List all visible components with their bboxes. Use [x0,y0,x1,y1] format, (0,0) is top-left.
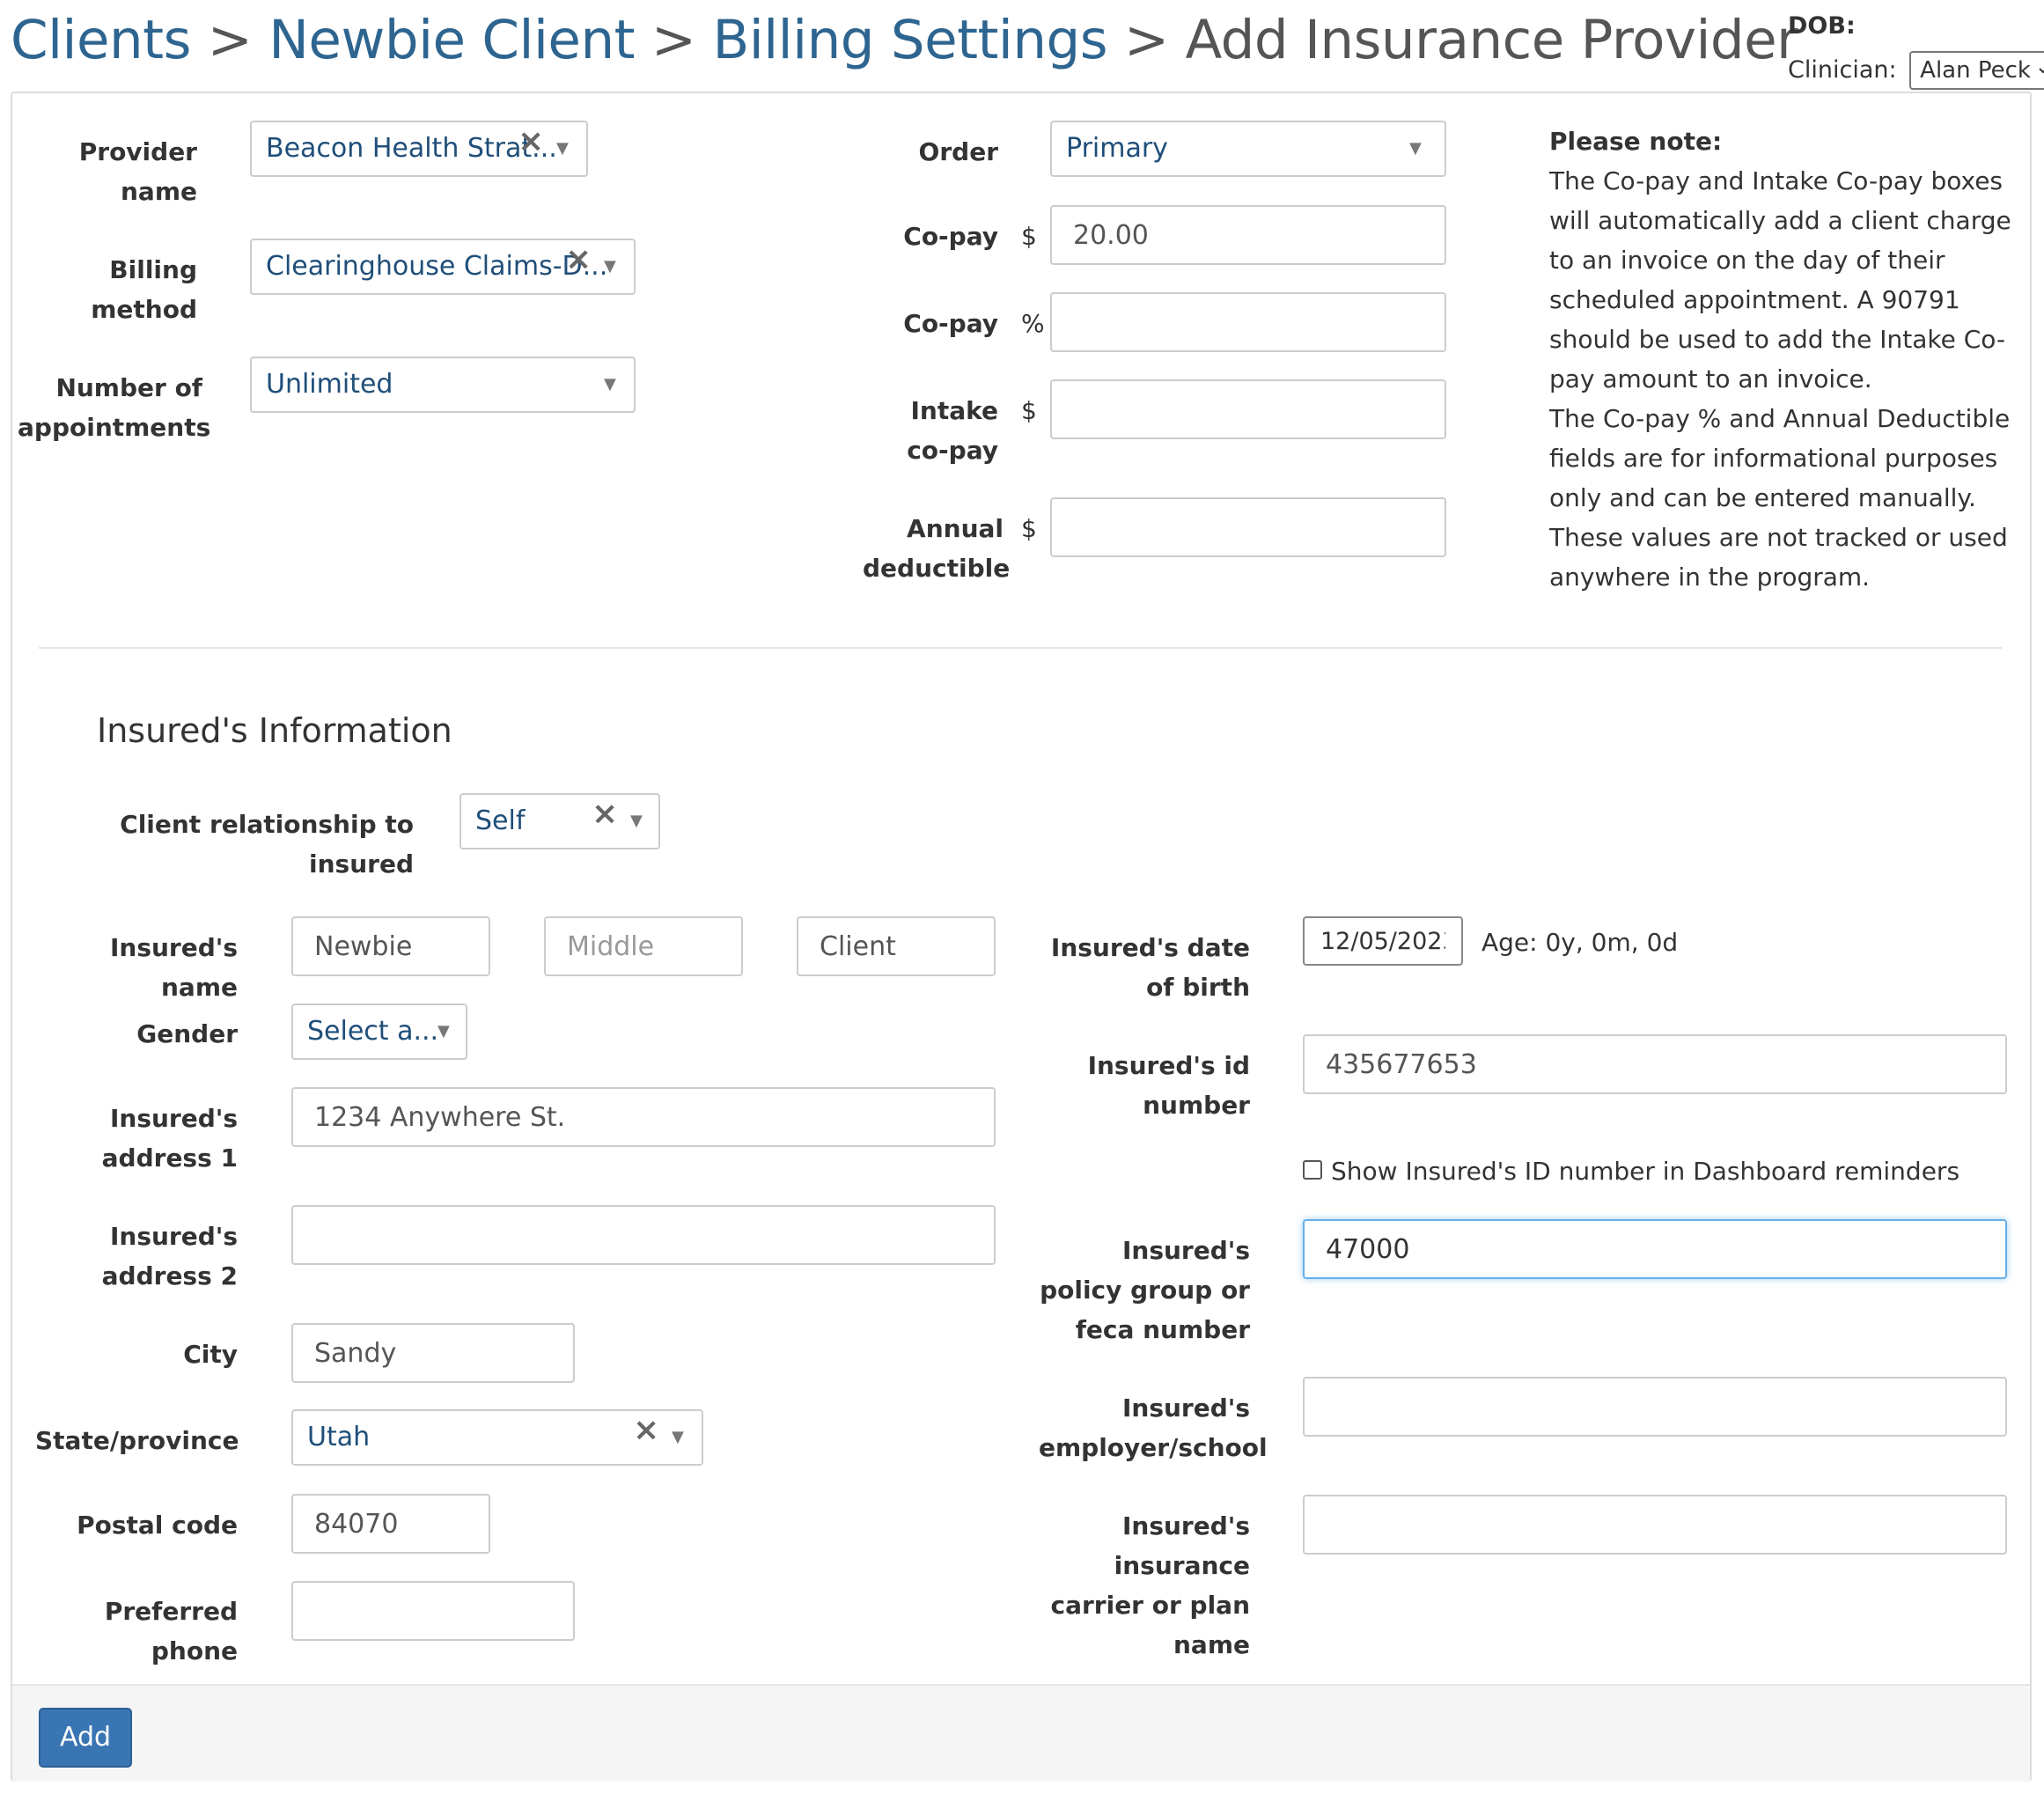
page-title: Add Insurance Provider [1185,9,1798,71]
provider-name-label: Provider name [78,137,197,206]
insured-name-label: Insured's name [109,933,238,1002]
gender-value: Select a... [307,1016,439,1047]
employer-input[interactable] [1303,1377,2007,1437]
breadcrumb-separator: > [207,9,253,71]
note-paragraph: The Co-pay and Intake Co-pay boxes will … [1549,166,2011,393]
state-label: State/province [35,1426,239,1455]
dollar-symbol: $ [1021,396,1037,425]
intake-copay-label: Intake co-pay [907,396,998,465]
clinician-picker: Clinician: Alan Peck [1788,51,2044,90]
breadcrumb-billing-settings-link[interactable]: Billing Settings [712,9,1107,71]
insured-id-label: Insured's id number [1087,1051,1250,1120]
employer-label: Insured's employer/school [1039,1393,1268,1462]
intake-copay-input[interactable] [1050,379,1446,439]
policy-group-label: Insured's policy group or feca number [1040,1236,1250,1344]
address1-input[interactable] [291,1087,996,1147]
chevron-down-icon: ▼ [630,812,643,830]
breadcrumb-separator: > [1123,9,1169,71]
preferred-phone-label: Preferred phone [104,1597,238,1665]
form-footer [12,1684,2030,1782]
show-id-checkbox[interactable] [1303,1160,1322,1180]
section-divider [39,647,2002,649]
annual-deductible-label: Annual deductible [863,514,1011,583]
note-title: Please note: [1549,127,1723,156]
last-name-input[interactable] [797,916,996,976]
chevron-down-icon: ▼ [1409,139,1422,158]
city-label: City [183,1340,238,1369]
dollar-symbol: $ [1021,514,1037,543]
num-appointments-select[interactable]: Unlimited ▼ [250,357,636,413]
chevron-down-icon: ▼ [437,1022,450,1040]
clinician-select[interactable]: Alan Peck [1909,51,2044,90]
address2-input[interactable] [291,1205,996,1265]
billing-method-select[interactable]: Clearinghouse Claims-D... × ▼ [250,239,636,295]
carrier-input[interactable] [1303,1495,2007,1555]
add-button[interactable]: Add [39,1708,132,1768]
annual-deductible-input[interactable] [1050,497,1446,557]
city-input[interactable] [291,1323,575,1383]
dob-label: DOB: [1788,12,1856,40]
note-paragraph: The Co-pay % and Annual Deductible field… [1549,404,2011,592]
provider-name-select[interactable]: Beacon Health Strat... × ▼ [250,121,588,177]
breadcrumb-client-link[interactable]: Newbie Client [268,9,635,71]
copay-percent-label: Co-pay [903,309,998,338]
preferred-phone-input[interactable] [291,1581,575,1641]
clear-icon[interactable]: × [633,1411,659,1457]
dollar-symbol: $ [1021,222,1037,251]
state-select[interactable]: Utah × ▼ [291,1409,703,1466]
gender-select[interactable]: Select a... ▼ [291,1004,467,1060]
provider-name-value: Beacon Health Strat... [266,133,557,164]
num-appointments-label: Number of appointments [18,373,211,442]
age-text: Age: 0y, 0m, 0d [1482,928,1679,957]
policy-group-input[interactable] [1303,1219,2007,1279]
billing-method-label: Billing method [91,255,197,324]
copay-percent-input[interactable] [1050,292,1446,352]
breadcrumb: Clients > Newbie Client > Billing Settin… [11,9,1798,71]
clear-icon[interactable]: × [518,122,544,168]
order-select[interactable]: Primary ▼ [1050,121,1446,177]
billing-method-value: Clearinghouse Claims-D... [266,251,608,282]
first-name-input[interactable] [291,916,490,976]
clinician-label: Clinician: [1788,56,1897,84]
copay-label: Co-pay [903,222,998,251]
chevron-down-icon: ▼ [556,139,569,158]
chevron-down-icon: ▼ [604,375,616,393]
billing-note: Please note: The Co-pay and Intake Co-pa… [1549,121,2025,597]
address2-label: Insured's address 2 [101,1222,238,1290]
insured-dob-input[interactable] [1303,916,1463,966]
state-value: Utah [307,1422,371,1452]
copay-input[interactable] [1050,205,1446,265]
postal-code-input[interactable] [291,1494,490,1554]
order-label: Order [918,137,998,166]
insured-dob-label: Insured's date of birth [1050,933,1250,1002]
chevron-down-icon: ▼ [604,257,616,276]
address1-label: Insured's address 1 [101,1104,238,1173]
relationship-value: Self [475,805,526,836]
order-value: Primary [1066,133,1168,164]
insured-section-title: Insured's Information [97,711,452,750]
clear-icon[interactable]: × [592,795,618,841]
postal-code-label: Postal code [77,1511,238,1540]
breadcrumb-separator: > [651,9,696,71]
carrier-label: Insured's insurance carrier or plan name [1050,1511,1250,1659]
relationship-select[interactable]: Self × ▼ [460,793,660,849]
relationship-label: Client relationship to insured [120,810,414,879]
clear-icon[interactable]: × [565,240,592,286]
insured-id-input[interactable] [1303,1034,2007,1094]
gender-label: Gender [136,1019,238,1048]
breadcrumb-clients-link[interactable]: Clients [11,9,191,71]
show-id-label[interactable]: Show Insured's ID number in Dashboard re… [1331,1157,1959,1186]
num-appointments-value: Unlimited [266,369,393,400]
percent-symbol: % [1021,309,1045,338]
middle-name-input[interactable] [544,916,743,976]
chevron-down-icon: ▼ [672,1428,684,1446]
